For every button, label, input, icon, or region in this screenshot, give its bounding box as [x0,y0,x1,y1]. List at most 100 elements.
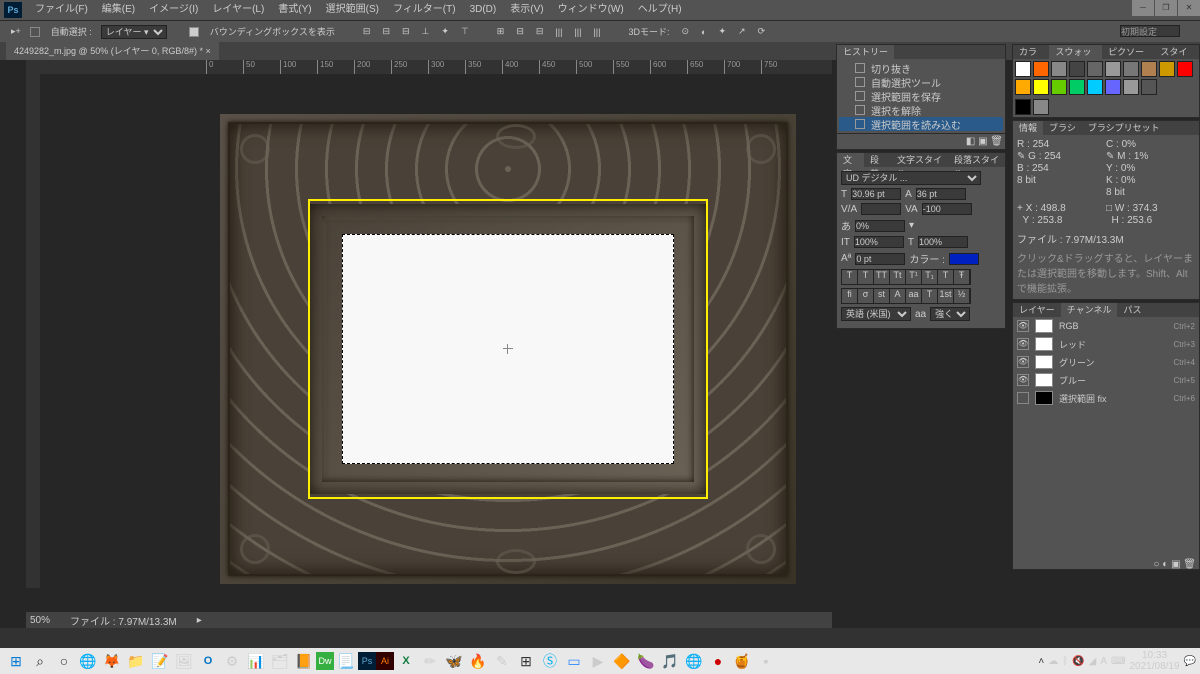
swatch[interactable] [1105,61,1121,77]
align-icon[interactable]: ⊟ [360,26,374,37]
illustrator-icon[interactable]: Ai [376,652,394,670]
swatch[interactable] [1033,99,1049,115]
notepad-icon[interactable]: 📝 [148,650,172,672]
type-style-button[interactable]: aa [906,289,922,303]
swatch[interactable] [1177,61,1193,77]
excel-icon[interactable]: X [394,650,418,672]
wifi-icon[interactable]: ◢ [1089,656,1097,667]
tab-parastyle[interactable]: 段落スタイル [948,153,1005,167]
swatch[interactable] [1123,79,1139,95]
history-item[interactable]: 切り抜き [839,61,1003,75]
close-button[interactable]: ✕ [1178,0,1200,16]
font-size[interactable] [851,188,901,200]
menu-window[interactable]: ウィンドウ(W) [551,0,631,20]
app-icon[interactable]: ▶ [586,650,610,672]
font-select[interactable]: UD デジタル ... [841,171,981,185]
volume-icon[interactable]: 🔇 [1072,656,1084,667]
ime-icon[interactable]: A [1100,656,1107,667]
clock[interactable]: 10:33 2021/08/19 [1129,650,1179,672]
notification-icon[interactable]: 💬 [1184,656,1196,667]
distribute-icon[interactable]: ||| [552,27,565,37]
align-icon[interactable]: ⊥ [419,26,433,37]
menu-view[interactable]: 表示(V) [503,0,550,20]
canvas-area[interactable] [40,74,832,588]
swatch[interactable] [1015,61,1031,77]
swatch[interactable] [1141,61,1157,77]
record-icon[interactable]: ● [706,650,730,672]
tab-styles[interactable]: スタイル [1154,45,1199,59]
swatch[interactable] [1087,79,1103,95]
zoom-icon[interactable]: ▭ [562,650,586,672]
app-icon[interactable]: 📙 [292,650,316,672]
visibility-icon[interactable]: 👁 [1017,356,1029,368]
type-style-button[interactable]: T₁ [922,270,938,284]
channel-row[interactable]: 👁グリーンCtrl+4 [1013,353,1199,371]
visibility-icon[interactable]: 👁 [1017,320,1029,332]
tab-brushpreset[interactable]: ブラシプリセット [1082,121,1166,135]
new-state-icon[interactable]: ▣ [978,136,987,147]
bluetooth-icon[interactable]: ᛒ [1062,656,1068,667]
minimize-button[interactable]: ─ [1132,0,1154,16]
sublime-icon[interactable]: 📃 [334,650,358,672]
distribute-icon[interactable]: ⊟ [533,26,547,37]
app-icon[interactable]: 🦋 [442,650,466,672]
tab-history[interactable]: ヒストリー [837,45,894,59]
tracking[interactable] [922,203,972,215]
history-item[interactable]: 選択を解除 [839,103,1003,117]
type-style-button[interactable]: T [858,270,874,284]
swatch[interactable] [1105,79,1121,95]
photoshop-icon[interactable]: Ps [358,652,376,670]
type-style-button[interactable]: T [842,270,858,284]
type-style-button[interactable]: T¹ [906,270,922,284]
history-item[interactable]: 選択範囲を保存 [839,89,1003,103]
swatch[interactable] [1123,61,1139,77]
tray-chevron-icon[interactable]: ˄ [1038,656,1044,667]
swatch[interactable] [1141,79,1157,95]
mode3d-icon[interactable]: ⊙ [678,26,692,37]
mode3d-icon[interactable]: ⟳ [755,26,769,37]
zoom-level[interactable]: 50% [30,615,50,626]
swatch[interactable] [1069,61,1085,77]
type-style-button[interactable]: σ [858,289,874,303]
type-style-button[interactable]: fi [842,289,858,303]
aa-select[interactable]: 強く [930,307,970,321]
distribute-icon[interactable]: ||| [590,27,603,37]
save-selection-icon[interactable]: ◐ [1162,559,1168,570]
visibility-icon[interactable]: 👁 [1017,374,1029,386]
type-style-button[interactable]: TT [874,270,890,284]
app-icon[interactable]: 🍆 [634,650,658,672]
tab-channels[interactable]: チャンネル [1061,303,1118,317]
trash-icon[interactable]: 🗑 [1183,559,1196,570]
channel-row[interactable]: 👁レッドCtrl+3 [1013,335,1199,353]
swatch[interactable] [1015,99,1031,115]
skype-icon[interactable]: Ⓢ [538,650,562,672]
type-style-button[interactable]: ½ [954,289,970,303]
type-style-button[interactable]: A [890,289,906,303]
distribute-icon[interactable]: ||| [571,27,584,37]
swatch[interactable] [1015,79,1031,95]
menu-type[interactable]: 書式(Y) [271,0,318,20]
tab-info[interactable]: 情報 [1013,121,1043,135]
baseline-pct[interactable] [855,220,905,232]
cortana-icon[interactable]: ○ [52,650,76,672]
mode3d-icon[interactable]: ◐ [698,27,709,37]
onedrive-icon[interactable]: ☁ [1048,656,1058,667]
swatch[interactable] [1051,61,1067,77]
distribute-icon[interactable]: ⊞ [494,26,508,37]
start-button[interactable]: ⊞ [4,650,28,672]
tab-brush[interactable]: ブラシ [1043,121,1082,135]
auto-select-checkbox[interactable] [30,27,40,37]
document-canvas[interactable] [220,114,796,584]
kerning[interactable] [861,203,901,215]
app-icon[interactable]: 🔥 [466,650,490,672]
lang-select[interactable]: 英語 (米国) [841,307,911,321]
channel-row[interactable]: 選択範囲 fixCtrl+6 [1013,389,1199,407]
swatch[interactable] [1051,79,1067,95]
vlc-icon[interactable]: 🔶 [610,650,634,672]
image-icon[interactable]: 🖼 [172,650,196,672]
explorer-icon[interactable]: 📁 [124,650,148,672]
tab-paragraph[interactable]: 段落 [864,153,891,167]
menu-3d[interactable]: 3D(D) [463,0,504,20]
document-tab[interactable]: 4249282_m.jpg @ 50% (レイヤー 0, RGB/8#) * × [6,42,219,60]
dreamweaver-icon[interactable]: Dw [316,652,334,670]
